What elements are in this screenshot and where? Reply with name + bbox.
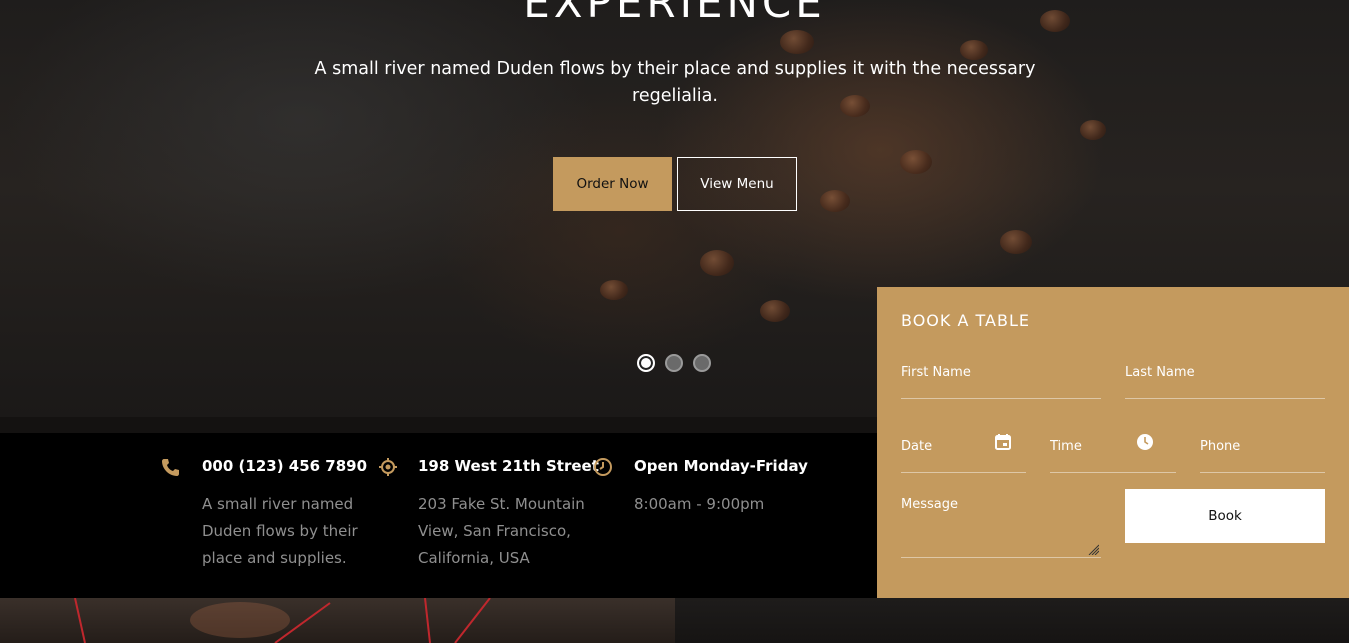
coffee-bean-decoration (760, 300, 790, 322)
info-line: California, USA (418, 549, 530, 567)
red-lines-decoration (74, 598, 491, 643)
coffee-bean-decoration (820, 190, 850, 212)
resize-handle-icon[interactable] (1087, 543, 1099, 555)
dark-section (675, 598, 1349, 643)
street-address: 198 West 21th Street (418, 457, 599, 475)
slider-dot-2[interactable] (665, 354, 683, 372)
first-name-field (901, 361, 1101, 399)
hero-title: EXPERIENCE (523, 0, 826, 27)
calendar-icon[interactable] (994, 433, 1012, 451)
last-name-input[interactable] (1125, 365, 1325, 380)
info-line: 203 Fake St. Mountain (418, 495, 585, 513)
info-line: Duden flows by their (202, 522, 358, 540)
phone-icon (162, 459, 179, 476)
slider-dot-3[interactable] (693, 354, 711, 372)
first-name-input[interactable] (901, 365, 1101, 380)
opening-days: Open Monday-Friday (634, 457, 808, 475)
phone-input[interactable] (1200, 439, 1325, 454)
clock-icon (594, 458, 612, 476)
hero-subtitle: A small river named Duden flows by their… (314, 59, 1036, 106)
address-description: 203 Fake St. Mountain View, San Francisc… (418, 491, 593, 572)
coffee-bean-decoration (600, 280, 628, 300)
coffee-bean-decoration (1000, 230, 1032, 254)
time-field (1050, 433, 1176, 473)
opening-hours: 8:00am - 9:00pm (634, 491, 814, 518)
phone-field (1200, 435, 1325, 473)
coffee-bean-decoration (1080, 120, 1106, 140)
view-menu-button[interactable]: View Menu (677, 157, 797, 211)
gallery-image (0, 598, 675, 643)
book-table-form: BOOK A TABLE Book (877, 287, 1349, 598)
book-button[interactable]: Book (1125, 489, 1325, 543)
message-field (901, 497, 1101, 558)
phone-description: A small river named Duden flows by their… (202, 491, 372, 572)
info-line: 8:00am - 9:00pm (634, 495, 765, 513)
order-now-button[interactable]: Order Now (553, 157, 672, 211)
phone-number: 000 (123) 456 7890 (202, 457, 368, 475)
coffee-bean-decoration (900, 150, 932, 174)
slider-dot-1[interactable] (637, 354, 655, 372)
clock-icon[interactable] (1136, 433, 1154, 451)
message-textarea[interactable] (901, 497, 1101, 557)
book-table-title: BOOK A TABLE (901, 311, 1030, 330)
coffee-bean-decoration (700, 250, 734, 276)
info-line: A small river named (202, 495, 354, 513)
info-line: place and supplies. (202, 549, 347, 567)
last-name-field (1125, 361, 1325, 399)
slider-dots (637, 354, 711, 372)
time-input[interactable] (1050, 439, 1176, 454)
date-field (901, 433, 1026, 473)
coffee-bean-decoration (780, 30, 814, 54)
info-line: View, San Francisco, (418, 522, 571, 540)
location-icon (379, 458, 397, 476)
